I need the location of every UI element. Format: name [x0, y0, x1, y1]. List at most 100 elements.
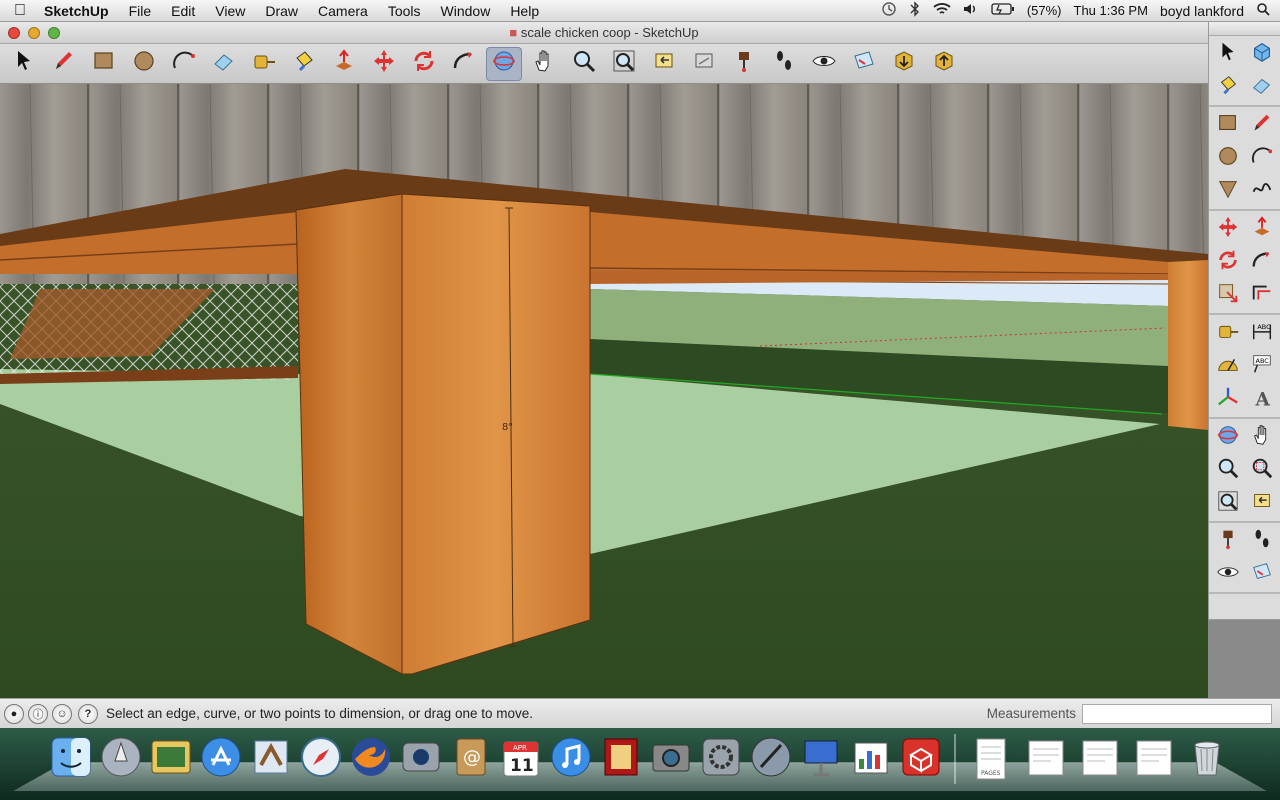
menu-app-name[interactable]: SketchUp: [40, 3, 119, 19]
palette-paint-bucket-button[interactable]: [1213, 72, 1243, 102]
user-name[interactable]: boyd lankford: [1160, 3, 1244, 19]
palette-circle-button[interactable]: [1213, 143, 1243, 173]
menu-clock[interactable]: Thu 1:36 PM: [1074, 3, 1148, 18]
palette-text-button[interactable]: ABC: [1247, 351, 1277, 381]
push-pull-tool-button[interactable]: [326, 47, 362, 81]
palette-pan-button[interactable]: [1247, 422, 1277, 452]
measurements-input[interactable]: [1082, 703, 1272, 724]
volume-icon[interactable]: [963, 2, 979, 19]
palette-zoom-button[interactable]: [1213, 455, 1243, 485]
palette-look-around-button[interactable]: [1213, 559, 1243, 589]
palette-polygon-button[interactable]: [1213, 176, 1243, 206]
battery-icon[interactable]: [991, 3, 1015, 18]
zoom-window-button[interactable]: [48, 27, 60, 39]
dock-calendar[interactable]: APR 11: [498, 734, 544, 784]
dock-app-store[interactable]: [198, 734, 244, 784]
palette-offset-button[interactable]: [1247, 280, 1277, 310]
pan-tool-button[interactable]: [526, 47, 562, 81]
palette-walk-button[interactable]: [1247, 526, 1277, 556]
dock-photo-booth[interactable]: [598, 734, 644, 784]
dock-launchpad[interactable]: [98, 734, 144, 784]
dock-safari[interactable]: [298, 734, 344, 784]
3d-viewport[interactable]: 8": [0, 84, 1208, 698]
palette-select-button[interactable]: [1213, 39, 1243, 69]
dock-itunes[interactable]: [548, 734, 594, 784]
geolocation-status-icon[interactable]: ●: [4, 703, 24, 724]
dock-mail[interactable]: [248, 734, 294, 784]
zoom-extents-tool-button[interactable]: [606, 47, 642, 81]
palette-arc-button[interactable]: [1247, 143, 1277, 173]
credits-status-icon[interactable]: ⓘ: [28, 703, 48, 724]
palette-follow-me-button[interactable]: [1247, 247, 1277, 277]
palette-dimension-button[interactable]: ABC: [1247, 318, 1277, 348]
dock-pages-document[interactable]: PAGES: [966, 734, 1016, 784]
menu-file[interactable]: File: [119, 3, 162, 19]
dock-system-preferences[interactable]: [698, 734, 744, 784]
minimize-window-button[interactable]: [28, 27, 40, 39]
dock-facetime[interactable]: [398, 734, 444, 784]
palette-protractor-button[interactable]: [1213, 351, 1243, 381]
share-model-tool-button[interactable]: [926, 47, 962, 81]
palette-rectangle-button[interactable]: [1213, 110, 1243, 140]
menu-view[interactable]: View: [205, 3, 255, 19]
palette-rotate-button[interactable]: [1213, 247, 1243, 277]
dock-photo-browser[interactable]: [148, 734, 194, 784]
palette-eraser-button[interactable]: [1247, 72, 1277, 102]
dock-numbers[interactable]: [848, 734, 894, 784]
spotlight-icon[interactable]: [1256, 2, 1270, 19]
dock-sketchup[interactable]: [898, 734, 944, 784]
palette-tape-measure-button[interactable]: [1213, 318, 1243, 348]
bluetooth-icon[interactable]: [909, 1, 921, 20]
palette-position-camera-button[interactable]: [1213, 526, 1243, 556]
menu-window[interactable]: Window: [431, 3, 501, 19]
dock-keynote[interactable]: [798, 734, 844, 784]
dock-document[interactable]: [1020, 734, 1070, 784]
palette-freehand-button[interactable]: [1247, 176, 1277, 206]
apple-menu-icon[interactable]: : [0, 2, 40, 20]
palette-orbit-button[interactable]: [1213, 422, 1243, 452]
palette-zoom-window-button[interactable]: [1247, 455, 1277, 485]
eraser-tool-button[interactable]: [206, 47, 242, 81]
menu-help[interactable]: Help: [500, 3, 549, 19]
paint-bucket-tool-button[interactable]: [286, 47, 322, 81]
next-view-tool-button[interactable]: [686, 47, 722, 81]
palette-axes-button[interactable]: [1213, 384, 1243, 414]
menu-tools[interactable]: Tools: [378, 3, 431, 19]
close-window-button[interactable]: [8, 27, 20, 39]
menu-camera[interactable]: Camera: [308, 3, 378, 19]
palette-previous-view-button[interactable]: [1247, 488, 1277, 518]
dock-finder[interactable]: [48, 734, 94, 784]
menu-draw[interactable]: Draw: [255, 3, 308, 19]
previous-view-tool-button[interactable]: [646, 47, 682, 81]
wifi-icon[interactable]: [933, 2, 951, 19]
palette-section-plane-button[interactable]: [1247, 559, 1277, 589]
dock-document[interactable]: [1074, 734, 1124, 784]
dock-document[interactable]: [1128, 734, 1178, 784]
dock-address-book[interactable]: @: [448, 734, 494, 784]
select-tool-button[interactable]: [6, 47, 42, 81]
section-plane-tool-button[interactable]: [846, 47, 882, 81]
pencil-tool-button[interactable]: [46, 47, 82, 81]
palette-move-button[interactable]: [1213, 214, 1243, 244]
palette-zoom-extents-button[interactable]: [1213, 488, 1243, 518]
look-around-tool-button[interactable]: [806, 47, 842, 81]
zoom-tool-button[interactable]: [566, 47, 602, 81]
circle-tool-button[interactable]: [126, 47, 162, 81]
tape-measure-tool-button[interactable]: [246, 47, 282, 81]
dock-firefox[interactable]: [348, 734, 394, 784]
rotate-tool-button[interactable]: [406, 47, 442, 81]
rectangle-tool-button[interactable]: [86, 47, 122, 81]
palette-push-pull-button[interactable]: [1247, 214, 1277, 244]
walk-tool-button[interactable]: [766, 47, 802, 81]
instructor-help-icon[interactable]: ?: [78, 703, 98, 724]
time-machine-icon[interactable]: [881, 1, 897, 20]
palette-scale-button[interactable]: [1213, 280, 1243, 310]
dock-iphoto[interactable]: [648, 734, 694, 784]
palette-3d-text-button[interactable]: A: [1247, 384, 1277, 414]
arc-tool-button[interactable]: [166, 47, 202, 81]
menu-edit[interactable]: Edit: [161, 3, 205, 19]
dock-script-editor[interactable]: [748, 734, 794, 784]
get-models-tool-button[interactable]: [886, 47, 922, 81]
dock-trash[interactable]: [1182, 734, 1232, 784]
palette-pencil-button[interactable]: [1247, 110, 1277, 140]
